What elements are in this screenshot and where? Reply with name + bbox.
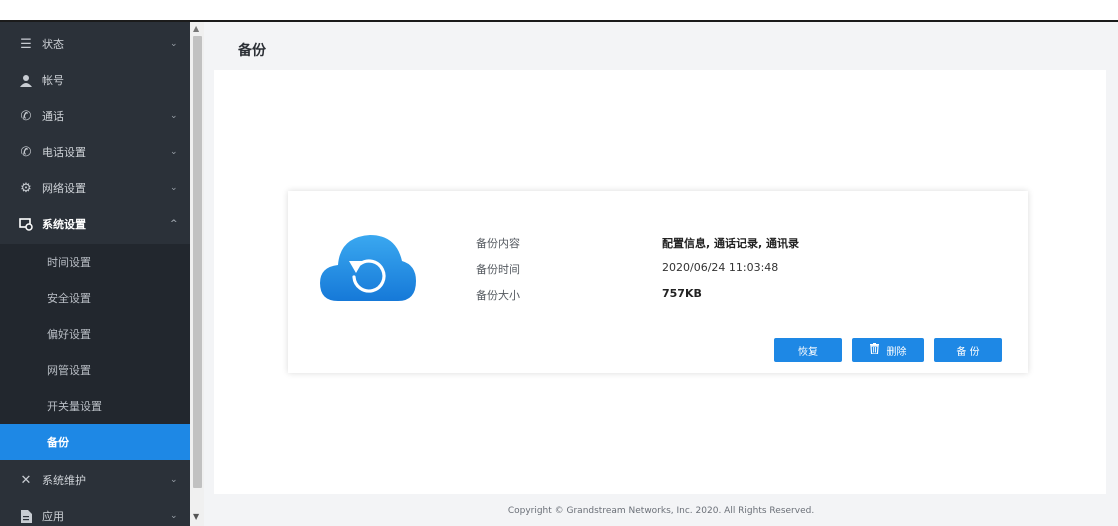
sidebar-subitem-label: 开关量设置 [47, 400, 102, 413]
backup-size-value: 757KB [662, 287, 702, 300]
chevron-up-icon: ^ [170, 219, 178, 229]
copyright-footer: Copyright © Grandstream Networks, Inc. 2… [507, 506, 815, 516]
chevron-down-icon: ⌄ [170, 475, 178, 485]
sidebar-item-status[interactable]: ☰ 状态 ⌄ [0, 26, 190, 62]
app-window: ☰ 状态 ⌄ 帐号 ✆ 通话 ⌄ ✆ 电话设置 ⌄ ⚙ 网络设置 ⌄ 系统设置 … [0, 0, 1118, 526]
document-icon [18, 508, 34, 524]
backup-button-label: 备 份 [956, 346, 980, 358]
page-title: 备份 [238, 43, 266, 59]
system-settings-icon [18, 216, 34, 232]
cloud-backup-icon [318, 231, 418, 303]
sidebar-subitem-backup[interactable]: 备份 [0, 424, 190, 460]
sidebar-subitem-security-settings[interactable]: 安全设置 [0, 280, 190, 316]
sidebar-subitem-label: 网管设置 [47, 364, 91, 377]
list-icon: ☰ [20, 36, 32, 52]
sidebar-item-system-settings[interactable]: 系统设置 ^ [0, 206, 190, 242]
backup-button[interactable]: 备 份 [934, 338, 1002, 362]
backup-content-value: 配置信息, 通话记录, 通讯录 [662, 237, 800, 250]
sidebar-item-system-maintenance[interactable]: ✕ 系统维护 ⌄ [0, 462, 190, 498]
sidebar-item-label: 电话设置 [42, 146, 86, 159]
sidebar-item-label: 系统设置 [42, 218, 86, 231]
sidebar-item-label: 通话 [42, 110, 64, 123]
backup-card: 备份内容 配置信息, 通话记录, 通讯录 备份时间 2020/06/24 11:… [288, 191, 1028, 373]
scroll-up-arrow-icon[interactable]: ▲ [193, 24, 199, 33]
network-icon: ⚙ [20, 180, 32, 196]
backup-size-label: 备份大小 [476, 289, 520, 302]
user-icon [18, 72, 34, 88]
scroll-down-arrow-icon[interactable]: ▼ [193, 512, 199, 521]
sidebar-item-label: 网络设置 [42, 182, 86, 195]
sidebar-subitem-label: 偏好设置 [47, 328, 91, 341]
main-area: 备份 备份内容 配置信息, 通话记录, 通讯录 备份时间 2020/06/24 … [204, 22, 1118, 526]
chevron-down-icon: ⌄ [170, 39, 178, 49]
sidebar-subitem-label: 时间设置 [47, 256, 91, 269]
backup-time-label: 备份时间 [476, 263, 520, 276]
tools-icon: ✕ [20, 472, 32, 488]
sidebar-item-label: 帐号 [42, 74, 64, 87]
content-panel: 备份内容 配置信息, 通话记录, 通讯录 备份时间 2020/06/24 11:… [214, 70, 1106, 494]
sidebar-item-call[interactable]: ✆ 通话 ⌄ [0, 98, 190, 134]
phone-icon: ✆ [20, 144, 32, 160]
sidebar-subitem-management-settings[interactable]: 网管设置 [0, 352, 190, 388]
sidebar-subitem-label: 安全设置 [47, 292, 91, 305]
call-icon: ✆ [20, 108, 32, 124]
restore-button-label: 恢复 [798, 346, 818, 358]
chevron-down-icon: ⌄ [170, 511, 178, 521]
sidebar-item-applications[interactable]: 应用 ⌄ [0, 498, 190, 526]
sidebar-item-network-settings[interactable]: ⚙ 网络设置 ⌄ [0, 170, 190, 206]
restore-button[interactable]: 恢复 [774, 338, 842, 362]
trash-icon [869, 343, 879, 357]
sidebar-item-label: 系统维护 [42, 474, 86, 487]
sidebar-subitem-time-settings[interactable]: 时间设置 [0, 244, 190, 280]
backup-time-value: 2020/06/24 11:03:48 [662, 261, 779, 274]
sidebar-item-label: 状态 [42, 38, 64, 51]
scrollbar-thumb[interactable] [193, 36, 202, 488]
chevron-down-icon: ⌄ [170, 111, 178, 121]
backup-content-label: 备份内容 [476, 237, 520, 250]
sidebar-subitem-switch-settings[interactable]: 开关量设置 [0, 388, 190, 424]
sidebar-item-account[interactable]: 帐号 [0, 62, 190, 98]
chevron-down-icon: ⌄ [170, 147, 178, 157]
sidebar-item-phone-settings[interactable]: ✆ 电话设置 ⌄ [0, 134, 190, 170]
sidebar-subitem-preferences[interactable]: 偏好设置 [0, 316, 190, 352]
sidebar-subitem-label: 备份 [47, 436, 69, 449]
sidebar-item-label: 应用 [42, 510, 64, 523]
chevron-down-icon: ⌄ [170, 183, 178, 193]
sidebar: ☰ 状态 ⌄ 帐号 ✆ 通话 ⌄ ✆ 电话设置 ⌄ ⚙ 网络设置 ⌄ 系统设置 … [0, 22, 190, 526]
sidebar-scrollbar[interactable]: ▲ ▼ [190, 22, 204, 526]
delete-button-label: 删除 [886, 346, 907, 358]
delete-button[interactable]: 删除 [852, 338, 924, 362]
